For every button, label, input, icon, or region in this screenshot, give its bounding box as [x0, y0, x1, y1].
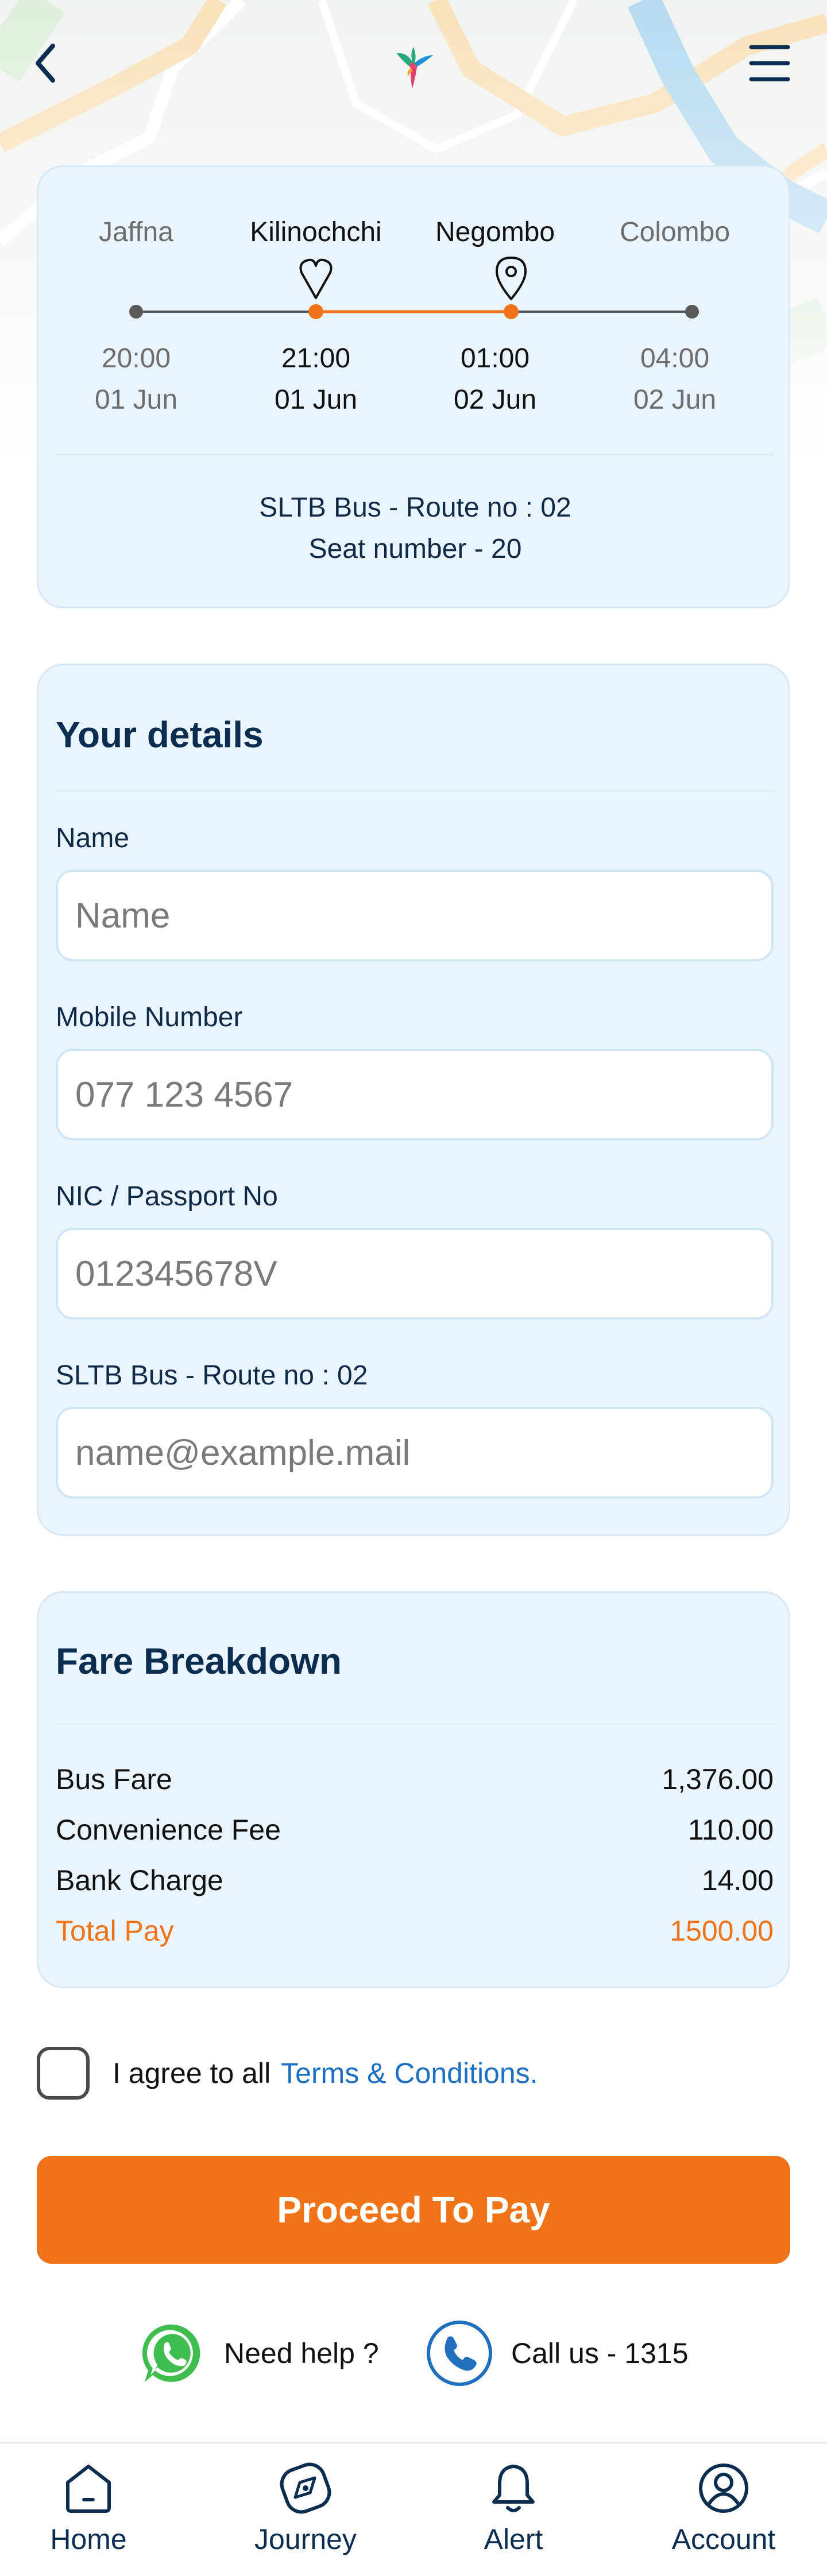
bus-route-info: SLTB Bus - Route no : 02: [259, 492, 571, 523]
divider: [56, 454, 774, 455]
stop-time: 01:00: [460, 343, 530, 374]
fare-value: 110.00: [687, 1814, 774, 1846]
back-button[interactable]: [23, 34, 69, 92]
seat-number-info: Seat number - 20: [308, 534, 522, 564]
stop-date: 02 Jun: [633, 385, 717, 415]
nav-label: Journey: [254, 2523, 357, 2555]
details-title: Your details: [56, 714, 264, 755]
route-dot-start: [129, 305, 143, 319]
home-icon: [66, 2465, 111, 2513]
stop-name: Negombo: [435, 217, 555, 247]
app-logo: [385, 36, 442, 93]
nic-input[interactable]: [56, 1228, 774, 1320]
location-pin-icon: [496, 257, 527, 300]
nav-label: Alert: [484, 2523, 543, 2555]
route-timeline: [129, 257, 699, 319]
agree-text: I agree to all: [113, 2057, 271, 2089]
nav-home[interactable]: Home: [20, 2455, 157, 2570]
nav-label: Account: [671, 2523, 776, 2555]
call-us[interactable]: Call us - 1315: [425, 2319, 689, 2388]
chevron-left-icon: [36, 44, 55, 83]
name-label: Name: [56, 823, 130, 854]
fare-row-bus-fare: Bus Fare 1,376.00: [56, 1763, 774, 1796]
fare-row-bank-charge: Bank Charge 14.00: [56, 1864, 774, 1897]
stop-time: 04:00: [640, 343, 710, 374]
bell-icon: [492, 2465, 535, 2512]
your-details-card: Your details Name Mobile Number NIC / Pa…: [37, 664, 790, 1536]
hamburger-menu-icon: [749, 45, 790, 82]
nav-journey[interactable]: Journey: [237, 2455, 374, 2570]
route-dot-kilinochchi: [308, 304, 323, 319]
email-input[interactable]: [56, 1407, 774, 1499]
compass-icon: [280, 2462, 331, 2514]
whatsapp-icon: [142, 2324, 200, 2382]
stop-name: Kilinochchi: [250, 217, 382, 247]
route-dot-negombo: [504, 304, 519, 319]
nav-account[interactable]: Account: [655, 2455, 793, 2570]
total-value: 1500.00: [670, 1915, 774, 1947]
fare-value: 1,376.00: [662, 1763, 774, 1795]
user-circle-icon: [699, 2464, 748, 2513]
divider: [56, 790, 774, 792]
terms-link[interactable]: Terms & Conditions.: [281, 2057, 538, 2090]
fare-label: Convenience Fee: [56, 1814, 281, 1846]
mobile-label: Mobile Number: [56, 1002, 243, 1033]
fare-row-total: Total Pay 1500.00: [56, 1914, 774, 1947]
proceed-to-pay-button[interactable]: Proceed To Pay: [37, 2156, 790, 2264]
stop-time: 20:00: [101, 343, 171, 374]
route-card: Jaffna 20:00 01 Jun Kilinochchi 21:00 01…: [37, 165, 790, 608]
phone-icon: [427, 2321, 492, 2386]
name-input[interactable]: [56, 870, 774, 961]
need-help-whatsapp[interactable]: Need help ?: [140, 2319, 379, 2388]
stop-name: Jaffna: [99, 217, 173, 247]
terms-checkbox[interactable]: [37, 2047, 90, 2100]
fare-title: Fare Breakdown: [56, 1640, 342, 1682]
fare-label: Bus Fare: [56, 1763, 172, 1795]
route-dot-end: [685, 305, 699, 319]
heart-pin-icon: [299, 258, 333, 299]
bottom-navigation: Home Journey Alert Account: [0, 2442, 827, 2576]
fare-label: Bank Charge: [56, 1864, 223, 1896]
need-help-text: Need help ?: [224, 2337, 379, 2369]
stop-date: 01 Jun: [94, 385, 178, 415]
stop-date: 01 Jun: [274, 385, 358, 415]
hummingbird-logo-icon: [396, 47, 433, 88]
nav-label: Home: [50, 2523, 127, 2555]
total-label: Total Pay: [56, 1915, 174, 1947]
stop-name: Colombo: [619, 217, 731, 247]
fare-breakdown-card: Fare Breakdown Bus Fare 1,376.00 Conveni…: [37, 1591, 790, 1988]
divider: [56, 1724, 774, 1725]
call-us-text: Call us - 1315: [511, 2337, 689, 2369]
fare-value: 14.00: [701, 1864, 774, 1896]
nav-alert[interactable]: Alert: [445, 2455, 582, 2570]
top-header: [0, 0, 827, 126]
menu-button[interactable]: [741, 34, 798, 92]
fare-row-convenience-fee: Convenience Fee 110.00: [56, 1813, 774, 1846]
terms-agreement: I agree to all Terms & Conditions.: [37, 2044, 538, 2102]
stop-date: 02 Jun: [453, 385, 537, 415]
mobile-input[interactable]: [56, 1049, 774, 1140]
stop-time: 21:00: [281, 343, 351, 374]
nic-label: NIC / Passport No: [56, 1181, 278, 1212]
email-label: SLTB Bus - Route no : 02: [56, 1360, 368, 1391]
